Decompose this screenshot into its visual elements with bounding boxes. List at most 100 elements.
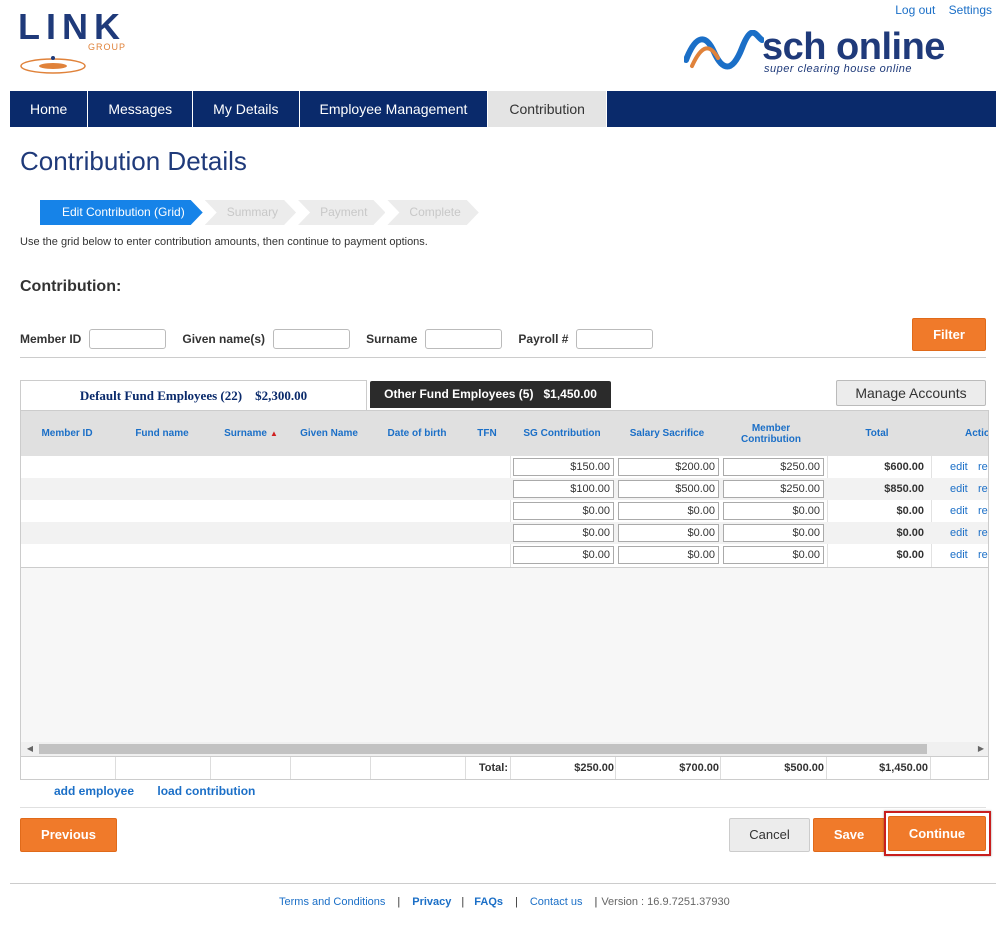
row-total: $0.00 [896, 505, 924, 517]
salary-sacrifice-input[interactable]: $0.00 [618, 546, 719, 564]
table-row: $0.00 $0.00 $0.00 $0.00 edit re [21, 500, 988, 522]
member-contribution-input[interactable]: $0.00 [723, 524, 824, 542]
grid-empty-area [21, 567, 988, 742]
scrollbar-thumb[interactable] [39, 744, 927, 754]
edit-link[interactable]: edit [950, 478, 968, 500]
previous-button[interactable]: Previous [20, 818, 117, 852]
grid-links: add employee load contribution [54, 784, 275, 798]
nav-item-home[interactable]: Home [10, 91, 89, 127]
given-name-label: Given name(s) [182, 332, 266, 346]
sch-online-logo: sch online super clearing house online [684, 26, 989, 78]
contribution-grid: Member ID Fund name Surname ▲ Given Name… [20, 410, 989, 780]
remove-link[interactable]: re [978, 522, 988, 544]
sch-wave-icon [684, 30, 764, 70]
col-sg-contribution[interactable]: SG Contribution [512, 411, 612, 456]
step-summary: Summary [205, 200, 296, 225]
payroll-input[interactable] [576, 329, 654, 349]
col-member-id[interactable]: Member ID [21, 411, 113, 456]
tab-default-label: Default Fund Employees (22) [79, 388, 243, 403]
footer-cell [371, 757, 466, 779]
add-employee-link[interactable]: add employee [54, 784, 134, 798]
link-swoosh-icon [20, 56, 86, 74]
instructions-text: Use the grid below to enter contribution… [20, 236, 428, 248]
given-name-input[interactable] [273, 329, 351, 349]
section-title: Contribution: [20, 278, 122, 295]
edit-link[interactable]: edit [950, 500, 968, 522]
edit-link[interactable]: edit [950, 456, 968, 478]
sg-contribution-input[interactable]: $0.00 [513, 524, 614, 542]
nav-item-employee-management[interactable]: Employee Management [300, 91, 489, 127]
filter-divider [20, 357, 986, 358]
progress-steps: Edit Contribution (Grid) Summary Payment… [40, 200, 481, 225]
col-member-contribution[interactable]: Member Contribution [727, 411, 815, 456]
contact-link[interactable]: Contact us [530, 896, 583, 908]
col-total[interactable]: Total [827, 411, 927, 456]
logout-link[interactable]: Log out [895, 3, 935, 17]
col-salary-sacrifice[interactable]: Salary Sacrifice [617, 411, 717, 456]
footer-separator: | [461, 896, 465, 908]
faqs-link[interactable]: FAQs [474, 896, 503, 908]
col-tfn[interactable]: TFN [466, 411, 508, 456]
horizontal-scrollbar[interactable]: ◀ ▶ [21, 742, 988, 756]
salary-sacrifice-input[interactable]: $200.00 [618, 458, 719, 476]
manage-accounts-button[interactable]: Manage Accounts [836, 380, 986, 406]
col-surname[interactable]: Surname ▲ [211, 411, 291, 456]
nav-item-my-details[interactable]: My Details [193, 91, 300, 127]
sg-contribution-input[interactable]: $0.00 [513, 546, 614, 564]
nav-item-messages[interactable]: Messages [88, 91, 194, 127]
bottom-divider [20, 807, 986, 808]
member-id-input[interactable] [89, 329, 167, 349]
continue-button[interactable]: Continue [888, 816, 986, 851]
table-row: $100.00 $500.00 $250.00 $850.00 edit re [21, 478, 988, 500]
col-actions: Actio [965, 428, 989, 439]
payroll-label: Payroll # [518, 332, 569, 346]
member-contribution-input[interactable]: $250.00 [723, 480, 824, 498]
tab-default-fund-employees[interactable]: Default Fund Employees (22) $2,300.00 [20, 380, 367, 410]
row-total: $0.00 [896, 549, 924, 561]
col-date-of-birth[interactable]: Date of birth [371, 411, 463, 456]
salary-sacrifice-input[interactable]: $0.00 [618, 502, 719, 520]
scroll-left-icon[interactable]: ◀ [23, 742, 37, 756]
member-contribution-input[interactable]: $0.00 [723, 546, 824, 564]
settings-link[interactable]: Settings [949, 3, 992, 17]
sg-contribution-input[interactable]: $100.00 [513, 480, 614, 498]
row-total: $600.00 [884, 461, 924, 473]
salary-sacrifice-input[interactable]: $500.00 [618, 480, 719, 498]
version-text: Version : 16.9.7251.37930 [601, 896, 730, 908]
load-contribution-link[interactable]: load contribution [157, 784, 255, 798]
sg-contribution-input[interactable]: $150.00 [513, 458, 614, 476]
footer-cell [211, 757, 291, 779]
table-row: $0.00 $0.00 $0.00 $0.00 edit re [21, 522, 988, 544]
edit-link[interactable]: edit [950, 522, 968, 544]
sg-contribution-input[interactable]: $0.00 [513, 502, 614, 520]
footer-divider [10, 883, 996, 884]
footer-cell [21, 757, 116, 779]
cancel-button[interactable]: Cancel [729, 818, 810, 852]
remove-link[interactable]: re [978, 456, 988, 478]
footer-separator: | [397, 896, 401, 908]
col-surname-label: Surname [224, 428, 267, 439]
surname-input[interactable] [425, 329, 503, 349]
tab-other-amount: $1,450.00 [543, 387, 597, 401]
top-links: Log out Settings [885, 3, 992, 17]
col-given-name[interactable]: Given Name [291, 411, 367, 456]
save-button[interactable]: Save [813, 818, 885, 852]
remove-link[interactable]: re [978, 544, 988, 566]
remove-link[interactable]: re [978, 478, 988, 500]
member-contribution-input[interactable]: $250.00 [723, 458, 824, 476]
salary-sacrifice-input[interactable]: $0.00 [618, 524, 719, 542]
col-fund-name[interactable]: Fund name [116, 411, 208, 456]
table-row: $150.00 $200.00 $250.00 $600.00 edit re [21, 456, 988, 478]
grid-header: Member ID Fund name Surname ▲ Given Name… [21, 411, 989, 456]
nav-item-contribution[interactable]: Contribution [488, 91, 607, 127]
scroll-right-icon[interactable]: ▶ [974, 742, 988, 756]
edit-link[interactable]: edit [950, 544, 968, 566]
terms-link[interactable]: Terms and Conditions [279, 896, 385, 908]
footer-grand-total: $1,450.00 [879, 762, 928, 774]
privacy-link[interactable]: Privacy [412, 896, 451, 908]
tab-other-fund-employees[interactable]: Other Fund Employees (5) $1,450.00 [370, 381, 611, 408]
filter-button[interactable]: Filter [912, 318, 986, 351]
footer-sg-total: $250.00 [574, 762, 614, 774]
member-contribution-input[interactable]: $0.00 [723, 502, 824, 520]
remove-link[interactable]: re [978, 500, 988, 522]
